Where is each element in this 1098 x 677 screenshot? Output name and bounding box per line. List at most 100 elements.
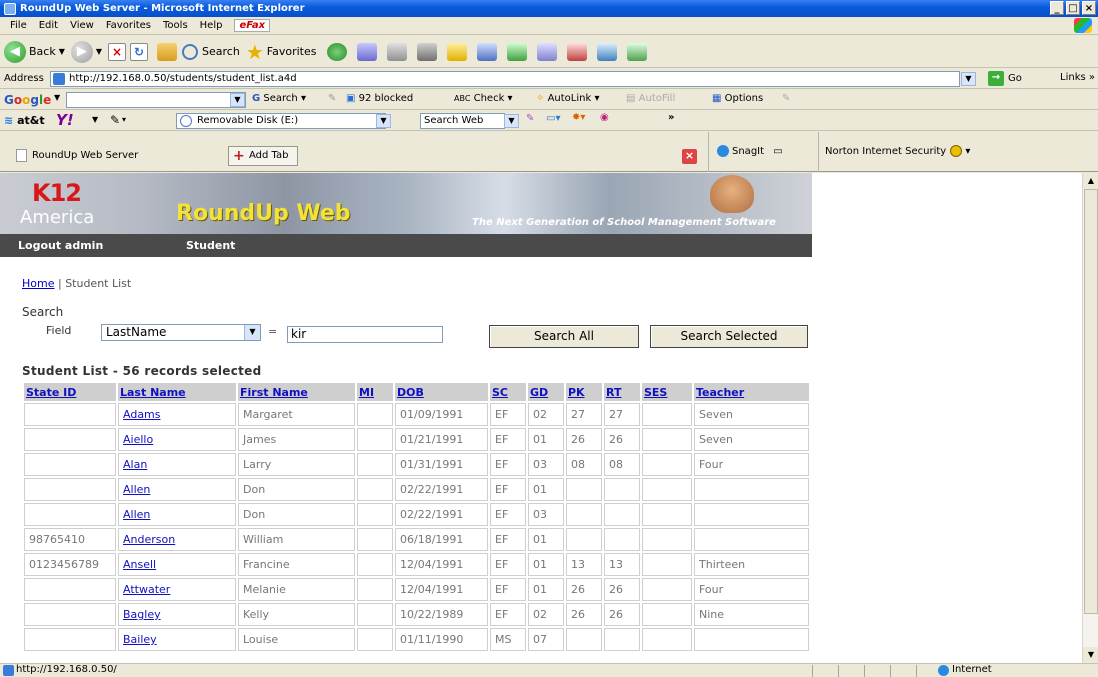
tool-button[interactable] — [537, 42, 558, 61]
menu-tools[interactable]: Tools — [157, 20, 194, 31]
close-window-button[interactable]: × — [1082, 1, 1096, 15]
column-header-rt[interactable]: RT — [604, 383, 640, 401]
search-button[interactable]: Search — [182, 43, 240, 60]
menu-view[interactable]: View — [64, 20, 100, 31]
sparkle-icon[interactable]: ✸▾ — [572, 112, 585, 123]
forward-dropdown-icon[interactable]: ▼ — [96, 47, 102, 56]
student-last-name-link[interactable]: Adams — [123, 408, 161, 421]
logout-link[interactable]: Logout admin — [18, 239, 103, 252]
student-last-name-link[interactable]: Ansell — [123, 558, 156, 571]
field-select[interactable]: LastName ▼ — [101, 324, 261, 341]
print-button[interactable] — [387, 42, 408, 61]
address-input[interactable]: http://192.168.0.50/students/student_lis… — [50, 71, 960, 87]
spellcheck-button[interactable]: ABC Check ▾ — [454, 93, 513, 104]
refresh-button[interactable]: ↻ — [130, 42, 149, 61]
address-dropdown-icon[interactable]: ▼ — [961, 72, 976, 86]
close-tab-icon[interactable]: × — [682, 149, 697, 164]
yahoo-search-input[interactable]: Removable Disk (E:) — [176, 113, 386, 129]
search-web-button[interactable]: Search Web — [420, 113, 505, 129]
mail-icon[interactable]: ▭▾ — [546, 113, 560, 124]
menu-favorites[interactable]: Favorites — [100, 20, 157, 31]
links-button[interactable]: Links » — [1060, 72, 1095, 83]
column-header-first-name[interactable]: First Name — [238, 383, 355, 401]
autolink-button[interactable]: ✧ AutoLink ▾ — [536, 93, 599, 104]
column-header-last-name[interactable]: Last Name — [118, 383, 236, 401]
highlight-pencil-icon[interactable]: ✎ — [782, 93, 790, 104]
table-cell — [694, 528, 809, 551]
search-selected-button[interactable]: Search Selected — [650, 325, 808, 348]
column-header-state-id[interactable]: State ID — [24, 383, 116, 401]
back-dropdown-icon[interactable]: ▼ — [59, 47, 65, 56]
highlight-icon[interactable]: ✎ — [526, 113, 534, 124]
stop-button[interactable]: × — [108, 42, 127, 61]
folder-button[interactable] — [447, 42, 468, 61]
student-last-name-link[interactable]: Bailey — [123, 633, 157, 646]
yahoo-logo[interactable]: Y! — [56, 111, 74, 129]
google-search-dropdown-icon[interactable]: ▼ — [230, 93, 245, 107]
search-value-input[interactable]: kir — [287, 326, 443, 343]
column-header-pk[interactable]: PK — [566, 383, 602, 401]
tab-roundup-web-server[interactable]: RoundUp Web Server — [32, 150, 138, 161]
maximize-button[interactable]: □ — [1066, 1, 1080, 15]
scroll-down-icon[interactable]: ▼ — [1083, 647, 1098, 663]
discuss-button[interactable] — [567, 42, 588, 61]
column-header-gd[interactable]: GD — [528, 383, 564, 401]
popup-blocked-button[interactable]: ▣ 92 blocked — [346, 93, 413, 104]
column-header-ses[interactable]: SES — [642, 383, 692, 401]
music-icon[interactable]: ◉ — [600, 112, 609, 123]
pencil-dropdown-icon[interactable]: ▾ — [122, 115, 126, 124]
home-button[interactable] — [157, 42, 178, 61]
add-tab-button[interactable]: Add Tab — [228, 146, 298, 166]
breadcrumb-home-link[interactable]: Home — [22, 277, 54, 290]
column-header-sc[interactable]: SC — [490, 383, 526, 401]
efax-button[interactable]: eFax — [234, 19, 271, 32]
menu-file[interactable]: File — [4, 20, 33, 31]
student-last-name-link[interactable]: Anderson — [123, 533, 175, 546]
options-button[interactable]: ▦ Options — [712, 93, 763, 104]
pencil-icon[interactable]: ✎ — [110, 113, 120, 127]
search-all-button[interactable]: Search All — [489, 325, 639, 348]
minimize-button[interactable]: _ — [1050, 1, 1064, 15]
mail-button[interactable] — [357, 42, 378, 61]
student-last-name-link[interactable]: Alan — [123, 458, 147, 471]
norton-button[interactable]: Norton Internet Security ▾ — [818, 132, 970, 172]
go-button[interactable]: → Go — [988, 71, 1022, 86]
google-logo[interactable]: Google — [4, 93, 51, 107]
google-search-input[interactable] — [66, 92, 246, 108]
menu-edit[interactable]: Edit — [33, 20, 64, 31]
student-last-name-link[interactable]: Aiello — [123, 433, 153, 446]
chevron-down-icon[interactable]: ▼ — [244, 325, 260, 340]
vertical-scrollbar[interactable]: ▲ ▼ — [1082, 173, 1098, 663]
student-menu-link[interactable]: Student — [186, 239, 235, 252]
column-header-mi[interactable]: MI — [357, 383, 393, 401]
column-header-dob[interactable]: DOB — [395, 383, 488, 401]
yahoo-dropdown-icon[interactable]: ▼ — [92, 115, 98, 124]
att-logo[interactable]: ≋ at&t — [4, 114, 45, 127]
student-last-name-link[interactable]: Allen — [123, 508, 150, 521]
research-button[interactable] — [477, 42, 498, 61]
column-header-teacher[interactable]: Teacher — [694, 383, 809, 401]
back-button[interactable]: ◀ Back ▼ — [4, 40, 65, 63]
history-button[interactable] — [327, 42, 348, 61]
snagit-button[interactable]: SnagIt ▭ — [708, 132, 783, 172]
menu-help[interactable]: Help — [194, 20, 229, 31]
edit-button[interactable] — [417, 42, 438, 61]
favorites-button[interactable]: ★ Favorites — [246, 40, 317, 64]
student-last-name-link[interactable]: Allen — [123, 483, 150, 496]
yahoo-search-dropdown-icon[interactable]: ▼ — [376, 114, 391, 128]
student-last-name-link[interactable]: Attwater — [123, 583, 170, 596]
chat-button[interactable] — [597, 42, 618, 61]
people-button[interactable] — [627, 42, 648, 61]
messenger-button[interactable] — [507, 42, 528, 61]
forward-button[interactable]: ▶ ▼ — [70, 40, 102, 63]
google-search-button[interactable]: G Search ▾ — [252, 93, 306, 104]
student-last-name-link[interactable]: Bagley — [123, 608, 161, 621]
search-web-dropdown-icon[interactable]: ▼ — [504, 114, 519, 128]
snagit-window-icon[interactable]: ▭ — [773, 146, 782, 157]
autofill-button[interactable]: ▤ AutoFill — [626, 93, 675, 104]
pagerank-icon[interactable]: ✎ — [328, 93, 336, 104]
scrollbar-thumb[interactable] — [1084, 189, 1098, 614]
more-chevron-icon[interactable]: » — [668, 112, 674, 123]
scroll-up-icon[interactable]: ▲ — [1083, 173, 1098, 189]
google-menu-dropdown-icon[interactable]: ▼ — [54, 93, 60, 102]
